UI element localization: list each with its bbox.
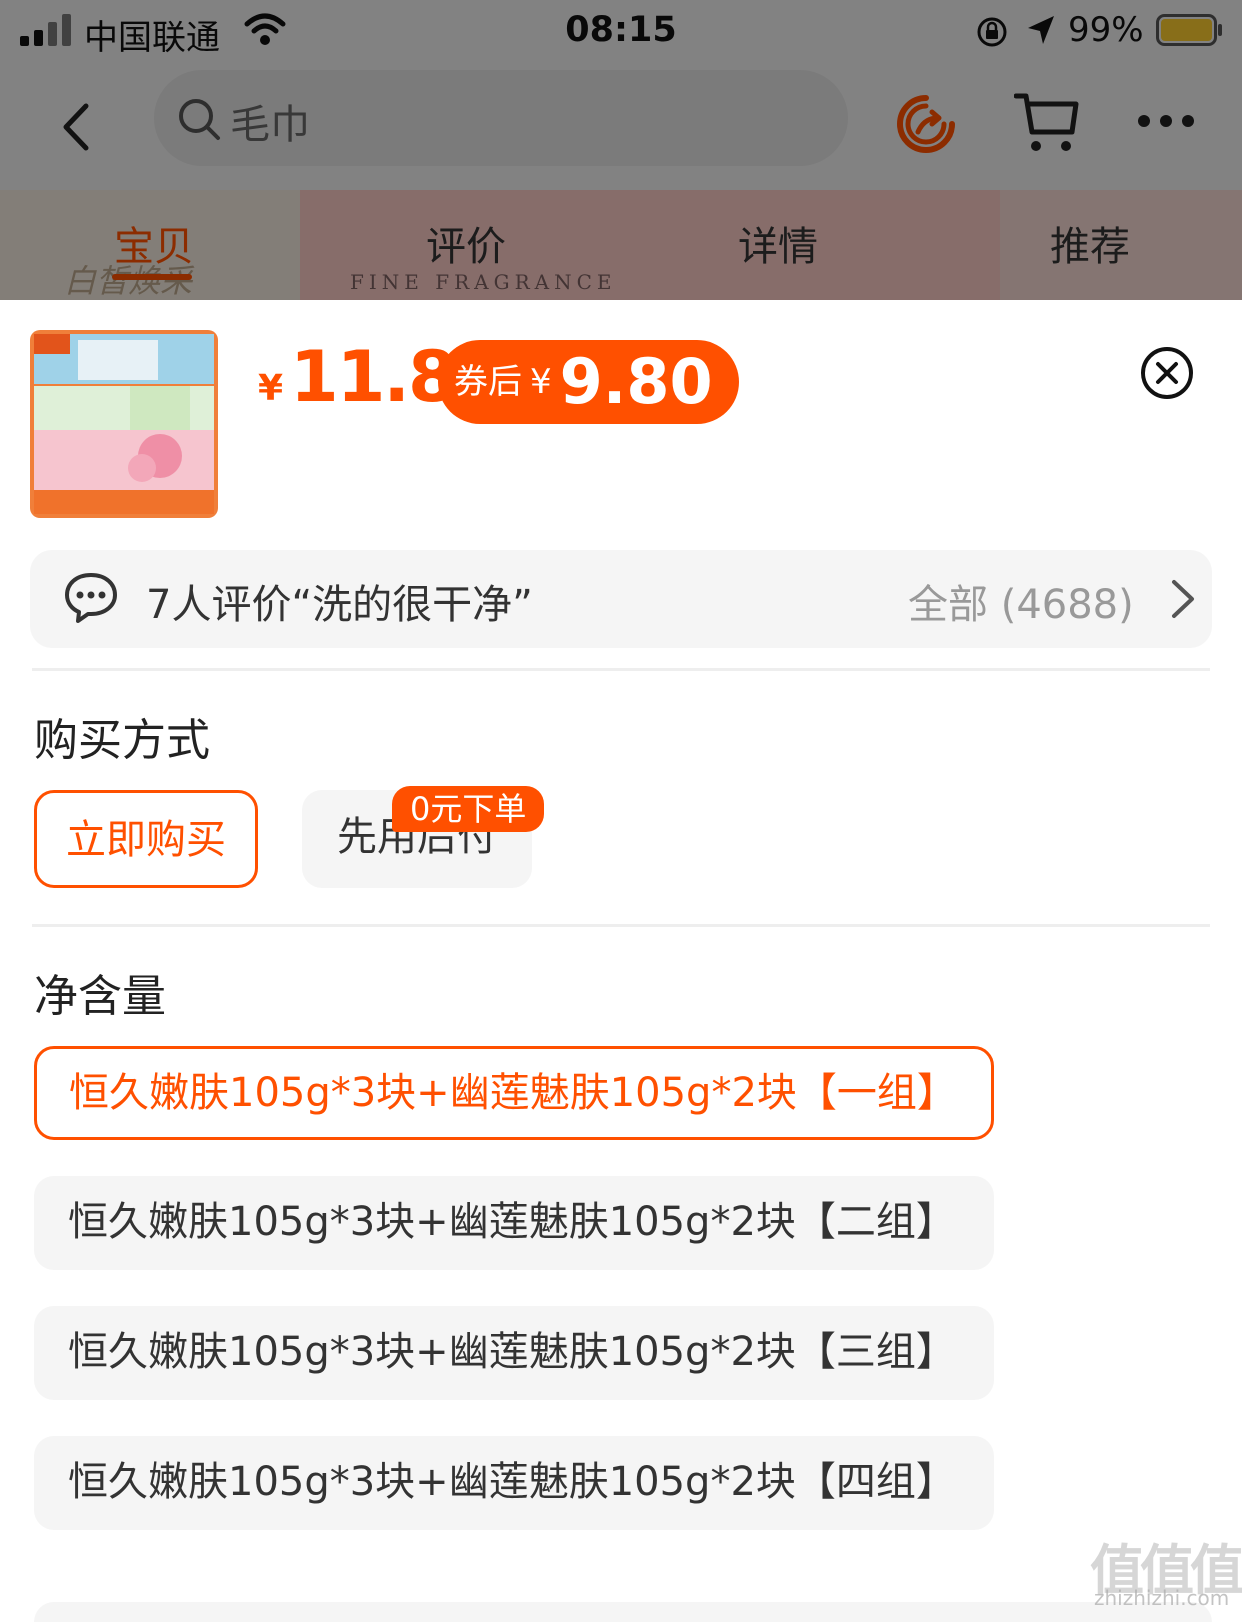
spec-option-three-sets[interactable]: 恒久嫩肤105g*3块+幽莲魅肤105g*2块【三组】 <box>34 1306 994 1400</box>
coupon-price: 9.80 <box>559 345 713 418</box>
coupon-currency: ¥ <box>530 362 552 402</box>
close-icon[interactable] <box>1140 346 1194 400</box>
review-highlight: 7人评价“洗的很干净” <box>146 582 533 628</box>
section-divider <box>32 924 1210 927</box>
spec-option-four-sets[interactable]: 恒久嫩肤105g*3块+幽莲魅肤105g*2块【四组】 <box>34 1436 994 1530</box>
product-thumbnail[interactable] <box>30 330 218 518</box>
coupon-price-badge: 券后 ¥9.80 <box>438 340 739 424</box>
spec-option-partial[interactable] <box>34 1602 1212 1622</box>
price-currency: ¥ <box>258 368 284 409</box>
price-value: 11.8 <box>290 336 457 418</box>
chat-bubble-icon <box>65 573 117 623</box>
review-summary-bar[interactable]: 7人评价“洗的很干净” 全部 (4688) <box>30 550 1212 648</box>
background-product-page: FINE FRAGRANCE 白皙焕采 中国联通 08:15 99% 毛巾 宝贝… <box>0 0 1242 300</box>
buy-now-option[interactable]: 立即购买 <box>34 790 258 888</box>
spec-option-two-sets[interactable]: 恒久嫩肤105g*3块+幽莲魅肤105g*2块【二组】 <box>34 1176 994 1270</box>
spec-option-one-set[interactable]: 恒久嫩肤105g*3块+幽莲魅肤105g*2块【一组】 <box>34 1046 994 1140</box>
watermark-url: zhizhizhi.com <box>1094 1586 1230 1610</box>
dim-overlay[interactable] <box>0 0 1242 300</box>
zero-down-badge: 0元下单 <box>392 786 545 832</box>
section-divider <box>32 668 1210 671</box>
all-reviews-count: 全部 (4688) <box>908 582 1134 628</box>
chevron-right-icon <box>1172 580 1194 618</box>
net-content-title: 净含量 <box>34 971 166 1022</box>
coupon-label: 券后 <box>454 362 522 402</box>
sku-selection-sheet: ¥ 11.8 券后 ¥9.80 7人评价“洗的很干净” 全部 (4688) 购买方… <box>0 300 1242 1622</box>
purchase-method-title: 购买方式 <box>34 715 210 766</box>
